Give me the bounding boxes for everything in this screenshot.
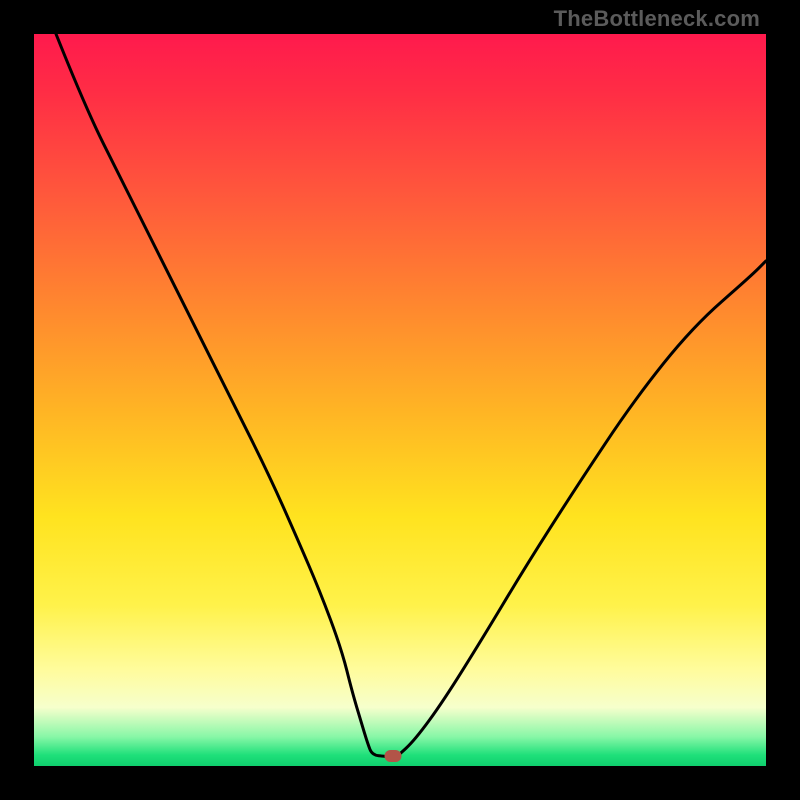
chart-frame: TheBottleneck.com bbox=[0, 0, 800, 800]
optimum-marker bbox=[384, 750, 401, 762]
watermark-text: TheBottleneck.com bbox=[554, 6, 760, 32]
plot-background bbox=[34, 34, 766, 766]
